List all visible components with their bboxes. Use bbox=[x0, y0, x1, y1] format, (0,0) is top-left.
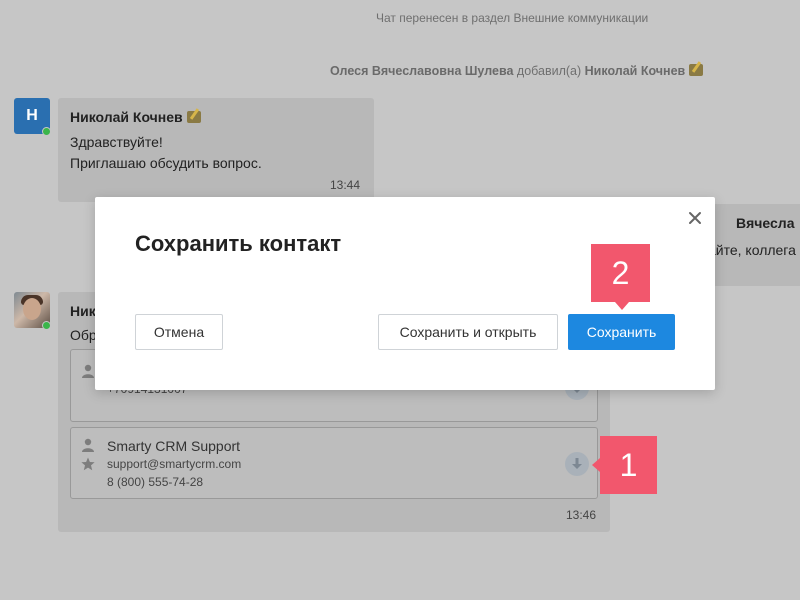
message-time: 13:44 bbox=[330, 178, 361, 192]
dialog-title: Сохранить контакт bbox=[135, 231, 342, 256]
added-by-name: Олеся Вячеславовна Шулева bbox=[330, 64, 514, 78]
save-button[interactable]: Сохранить bbox=[568, 314, 675, 350]
message-text: айте, коллега bbox=[708, 242, 796, 258]
message-author[interactable]: Вячесла bbox=[736, 215, 794, 231]
message-text: Обр bbox=[70, 327, 97, 343]
message-author[interactable]: Ник bbox=[70, 303, 96, 319]
author-name: Николай Кочнев bbox=[70, 109, 183, 125]
avatar-face bbox=[23, 298, 41, 320]
message-text-line-1: Здравствуйте! bbox=[70, 134, 163, 150]
download-icon bbox=[572, 458, 582, 469]
cancel-button[interactable]: Отмена bbox=[135, 314, 223, 350]
message-bubble: Николай Кочнев Здравствуйте! Приглашаю о… bbox=[58, 98, 374, 202]
system-message-moved: Чат перенесен в раздел Внешние коммуника… bbox=[376, 11, 649, 25]
person-icon bbox=[82, 364, 94, 378]
added-user-name: Николай Кочнев bbox=[584, 64, 686, 78]
contact-email: support@smartycrm.com bbox=[107, 457, 242, 471]
contact-name: Smarty CRM Support bbox=[107, 438, 241, 454]
online-status-icon bbox=[42, 127, 51, 136]
step-marker-2: 2 bbox=[591, 244, 650, 310]
added-verb: добавил(а) bbox=[516, 64, 582, 78]
contact-card[interactable]: Smarty CRM Support support@smartycrm.com… bbox=[70, 427, 598, 499]
close-icon[interactable] bbox=[688, 211, 702, 225]
edit-note-icon bbox=[689, 64, 704, 76]
star-icon bbox=[81, 457, 95, 471]
contact-phone: 8 (800) 555-74-28 bbox=[107, 475, 204, 489]
online-status-icon bbox=[42, 321, 51, 330]
message-text-line-2: Приглашаю обсудить вопрос. bbox=[70, 155, 262, 171]
download-contact-button[interactable] bbox=[565, 452, 589, 476]
system-message-added: Олеся Вячеславовна Шулева добавил(а) Ник… bbox=[330, 64, 704, 78]
message-author[interactable]: Николай Кочнев bbox=[70, 109, 201, 125]
step-marker-1: 1 bbox=[592, 436, 657, 494]
edit-note-icon bbox=[186, 111, 201, 123]
person-icon bbox=[82, 438, 94, 452]
message-bubble-right: Вячесла айте, коллега bbox=[700, 204, 800, 286]
message-time: 13:46 bbox=[566, 508, 597, 522]
save-and-open-button[interactable]: Сохранить и открыть bbox=[378, 314, 558, 350]
